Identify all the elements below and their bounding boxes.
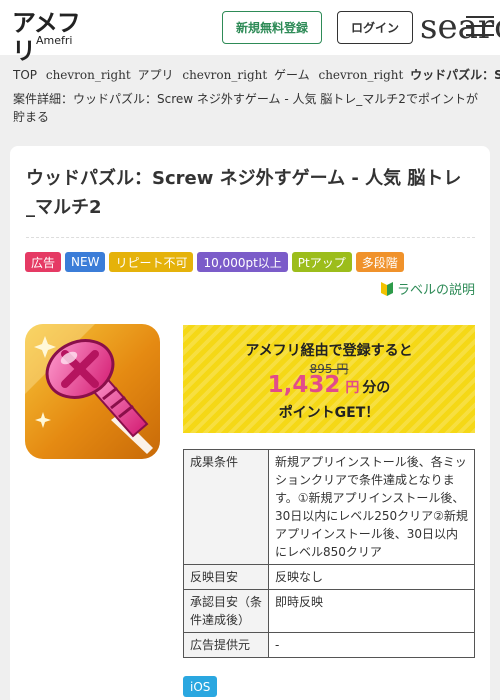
- app-icon[interactable]: [25, 324, 160, 459]
- table-row: 広告提供元 -: [183, 632, 475, 658]
- breadcrumb-top[interactable]: TOP: [13, 68, 37, 82]
- offer-title: ウッドパズル：Screw ネジ外すゲーム - 人気 脳トレ_マルチ2: [26, 168, 462, 218]
- tag-no-repeat: リピート不可: [109, 252, 194, 272]
- tag-multistage: 多段階: [355, 252, 404, 272]
- tag-pt-up: Ptアップ: [291, 252, 352, 272]
- tag-list: 広告 NEW リピート不可 10,000pt以上 Ptアップ 多段階: [25, 252, 404, 272]
- offer-card: ウッドパズル：Screw ネジ外すゲーム - 人気 脳トレ_マルチ2 広告 NE…: [10, 146, 490, 700]
- table-header-cell: 成果条件: [183, 449, 269, 565]
- hamburger-menu-icon[interactable]: [466, 14, 494, 38]
- page-description: 案件詳細：ウッドパズル：Screw ネジ外すゲーム - 人気 脳トレ_マルチ2で…: [13, 92, 478, 124]
- offer-info-table: 成果条件 新規アプリインストール後、各ミッションクリアで条件達成となります。①新…: [183, 449, 475, 658]
- table-header-cell: 広告提供元: [183, 632, 269, 658]
- logo-subtext: Amefri: [36, 34, 73, 47]
- beginner-mark-icon: [380, 281, 393, 296]
- breadcrumb-app[interactable]: アプリ: [138, 66, 174, 83]
- points-amount: 1,432 円分の: [183, 372, 475, 398]
- table-row: 反映目安 反映なし: [183, 564, 475, 590]
- tag-new: NEW: [65, 252, 106, 272]
- chevron-right-icon: chevron_right: [318, 67, 404, 82]
- breadcrumb: TOP chevron_right アプリ chevron_right ゲーム …: [13, 66, 500, 88]
- chevron-right-icon: chevron_right: [45, 67, 131, 82]
- table-row: 承認目安（条件達成後） 即時反映: [183, 589, 475, 633]
- breadcrumb-current: ウッドパズル：Screw ネジ外すゲ: [410, 68, 500, 82]
- label-help-text: ラベルの説明: [396, 283, 475, 298]
- breadcrumb-game[interactable]: ゲーム: [274, 66, 310, 83]
- promo-get: ポイントGET！: [278, 405, 380, 421]
- table-value-cell: 反映なし: [268, 564, 475, 590]
- promo-headline: アメフリ経由で登録すると: [245, 343, 413, 359]
- table-value-cell: 即時反映: [268, 589, 475, 633]
- points-suffix: 分の: [362, 380, 391, 396]
- points-value: 1,432: [267, 372, 341, 398]
- table-row: 成果条件 新規アプリインストール後、各ミッションクリアで条件達成となります。①新…: [183, 449, 475, 565]
- amefri-logo[interactable]: アメフリ Amefri: [12, 9, 98, 65]
- tag-10000pt: 10,000pt以上: [197, 252, 288, 272]
- points-promo: アメフリ経由で登録すると 895 円 1,432 円分の ポイントGET！: [183, 325, 475, 433]
- site-header: アメフリ Amefri 新規無料登録 ログイン search: [0, 0, 500, 65]
- register-button[interactable]: 新規無料登録: [222, 11, 322, 44]
- login-button[interactable]: ログイン: [337, 11, 413, 44]
- title-divider: [26, 237, 475, 238]
- os-badge-ios: iOS: [183, 676, 218, 697]
- table-header-cell: 承認目安（条件達成後）: [183, 589, 269, 633]
- table-value-cell: -: [268, 632, 475, 658]
- table-value-cell: 新規アプリインストール後、各ミッションクリアで条件達成となります。①新規アプリイ…: [268, 449, 475, 565]
- chevron-right-icon: chevron_right: [182, 67, 268, 82]
- label-help-link[interactable]: ラベルの説明: [380, 279, 475, 298]
- table-header-cell: 反映目安: [183, 564, 269, 590]
- points-unit: 円: [345, 380, 360, 396]
- tag-ad: 広告: [25, 252, 62, 272]
